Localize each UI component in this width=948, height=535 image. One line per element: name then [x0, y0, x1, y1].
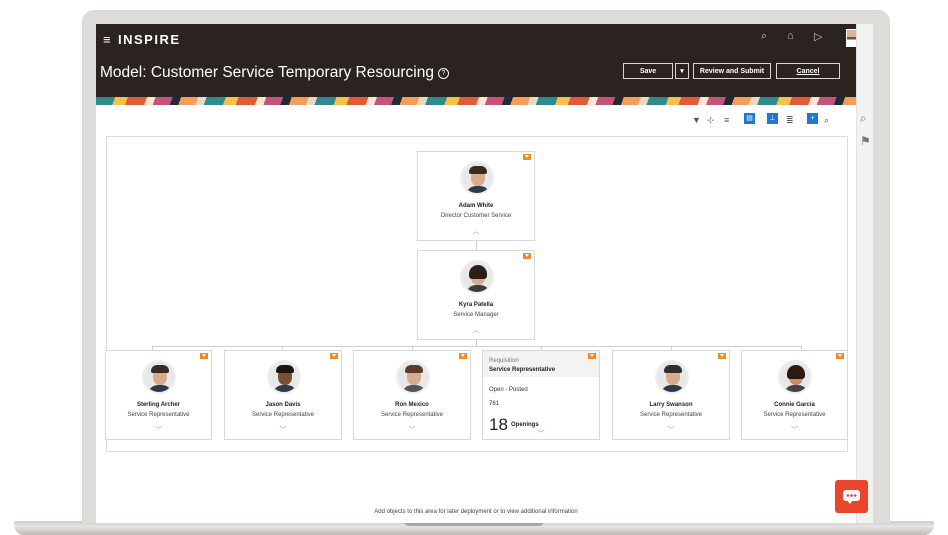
org-card-report[interactable]: Jason Davis Service Representative ﹀	[224, 350, 342, 440]
cancel-button-label: Cancel	[796, 68, 820, 75]
expand-chevron-icon[interactable]: ﹀	[742, 425, 847, 435]
employee-title: Service Representative	[127, 412, 190, 418]
chevron-down-icon: ▾	[680, 68, 684, 75]
connector-line	[152, 346, 802, 347]
employee-title: Service Representative	[251, 412, 315, 418]
employee-name: Ron Mexico	[395, 402, 429, 408]
card-view-icon[interactable]: ▤	[744, 113, 755, 124]
review-button-label: Review and Submit	[699, 68, 765, 75]
collapse-chevron-icon[interactable]: ︿	[418, 325, 534, 335]
requisition-label: Requisition	[489, 358, 519, 364]
org-card-manager[interactable]: Kyra Patella Service Manager ︿	[417, 250, 535, 340]
save-menu-button[interactable]: ▾	[675, 63, 689, 79]
card-menu-icon[interactable]	[836, 353, 844, 359]
expand-chevron-icon[interactable]: ﹀	[354, 425, 470, 435]
avatar	[267, 360, 301, 394]
employee-title: Service Manager	[453, 312, 499, 318]
zoom-out-icon[interactable]: ⌕	[824, 115, 829, 126]
avatar	[655, 360, 689, 394]
card-menu-icon[interactable]	[330, 353, 338, 359]
zoom-in-icon[interactable]: +	[807, 113, 818, 124]
employee-title: Service Representative	[639, 412, 703, 418]
header-bar: ≡ INSPIRE ⌕ ⌂ ▷ Model: Customer Service …	[96, 24, 862, 97]
requisition-title: Service Representative	[489, 367, 556, 373]
connector-line	[476, 241, 477, 250]
list-icon[interactable]: ≣	[786, 115, 794, 126]
brand-logo: INSPIRE	[118, 32, 181, 47]
org-card-report[interactable]: Sterling Archer Service Representative ﹀	[105, 350, 212, 440]
avatar	[778, 360, 812, 394]
right-sidebar	[856, 24, 873, 523]
sidebar-search-icon[interactable]: ⌕	[860, 111, 867, 126]
card-menu-icon[interactable]	[200, 353, 208, 359]
collapse-chevron-icon[interactable]: ︿	[418, 226, 534, 236]
requisition-header: Requisition Service Representative	[483, 351, 599, 377]
home-icon[interactable]: ⌂	[787, 30, 794, 42]
sliders-icon[interactable]: ≡	[724, 115, 729, 125]
expand-chevron-icon[interactable]: ﹀	[225, 425, 341, 435]
org-chart-icon[interactable]: ⊥	[767, 113, 778, 124]
employee-name: Kyra Patella	[458, 302, 494, 308]
save-button-label: Save	[639, 68, 657, 75]
card-menu-icon[interactable]	[718, 353, 726, 359]
staging-area-hint: Add objects to this area for later deplo…	[374, 509, 578, 515]
card-menu-icon[interactable]	[523, 253, 531, 259]
employee-name: Larry Swanson	[649, 402, 693, 408]
card-menu-icon[interactable]	[459, 353, 467, 359]
org-card-root[interactable]: Adam White Director Customer Service ︿	[417, 151, 535, 241]
page-title-text: Model: Customer Service Temporary Resour…	[100, 64, 434, 81]
review-and-submit-button[interactable]: Review and Submit	[693, 63, 771, 79]
hierarchy-icon[interactable]: ⊹	[707, 115, 715, 126]
play-icon[interactable]: ▷	[814, 30, 822, 43]
requisition-status: Open - Posted	[489, 387, 528, 393]
requisition-id: 761	[489, 401, 500, 407]
avatar	[396, 360, 430, 394]
openings-label: Openings	[511, 422, 539, 428]
page-title: Model: Customer Service Temporary Resour…	[100, 64, 449, 82]
employee-name: Connie Garcia	[774, 402, 815, 408]
employee-name: Sterling Archer	[136, 402, 181, 408]
avatar	[142, 360, 176, 394]
cancel-button[interactable]: Cancel	[776, 63, 840, 79]
employee-title: Director Customer Service	[440, 213, 512, 219]
hamburger-menu-icon[interactable]: ≡	[103, 32, 111, 47]
org-card-report[interactable]: Larry Swanson Service Representative ﹀	[612, 350, 730, 440]
avatar	[460, 161, 494, 195]
decorative-banner	[96, 97, 856, 105]
flag-icon[interactable]: ⚑	[860, 134, 871, 148]
search-icon[interactable]: ⌕	[761, 30, 767, 43]
employee-title: Service Representative	[763, 412, 826, 418]
chat-button[interactable]	[835, 480, 868, 513]
help-circle-icon[interactable]: ?	[437, 68, 449, 79]
chat-bubble-icon	[843, 490, 860, 504]
employee-name: Jason Davis	[265, 402, 301, 408]
expand-chevron-icon[interactable]: ﹀	[613, 425, 729, 435]
filter-icon[interactable]: ▼	[692, 115, 701, 125]
expand-chevron-icon[interactable]: ﹀	[483, 429, 599, 439]
card-menu-icon[interactable]	[523, 154, 531, 160]
card-menu-icon[interactable]	[588, 353, 596, 359]
save-button[interactable]: Save	[623, 63, 673, 79]
employee-name: Adam White	[458, 203, 494, 209]
app-screen: ≡ INSPIRE ⌕ ⌂ ▷ Model: Customer Service …	[96, 24, 873, 523]
employee-title: Service Representative	[380, 412, 444, 418]
org-card-report[interactable]: Ron Mexico Service Representative ﹀	[353, 350, 471, 440]
org-card-report[interactable]: Connie Garcia Service Representative ﹀	[741, 350, 848, 440]
expand-chevron-icon[interactable]: ﹀	[106, 425, 211, 435]
avatar	[460, 260, 494, 294]
requisition-card[interactable]: Requisition Service Representative Open …	[482, 350, 600, 440]
